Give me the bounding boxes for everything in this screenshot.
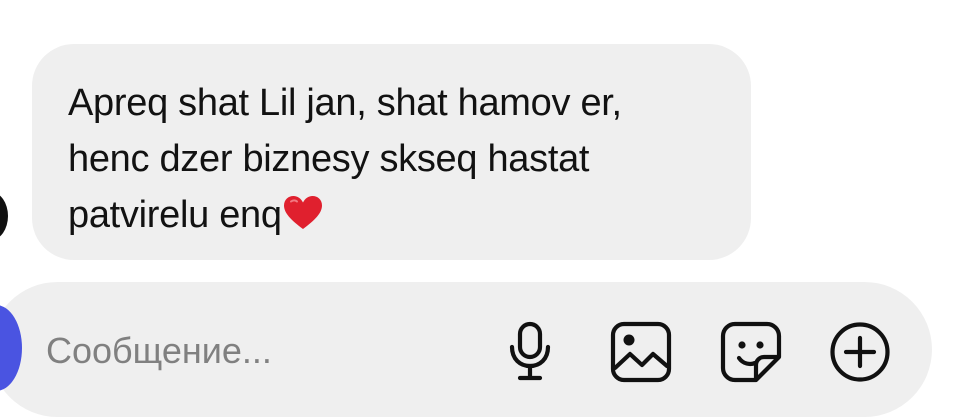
sticker-button[interactable] — [717, 318, 785, 386]
image-icon — [610, 321, 672, 383]
gallery-button[interactable] — [607, 318, 675, 386]
message-bubble[interactable]: Apreq shat Lil jan, shat hamov er, henc … — [32, 44, 751, 260]
add-attachment-button[interactable] — [826, 318, 894, 386]
message-line-2: henc dzer biznesy skseq hastat — [68, 138, 590, 180]
sticker-icon — [720, 321, 782, 383]
voice-message-button[interactable] — [496, 318, 564, 386]
message-line-1: Apreq shat Lil jan, shat hamov er, — [68, 82, 622, 124]
microphone-icon — [506, 321, 554, 383]
heart-emoji-icon — [283, 191, 323, 247]
sender-avatar[interactable] — [0, 192, 8, 240]
message-input[interactable]: Сообщение... — [46, 328, 272, 374]
plus-circle-icon — [829, 321, 891, 383]
message-line-3: patvirelu enq — [68, 187, 721, 247]
chat-screen: Apreq shat Lil jan, shat hamov er, henc … — [0, 0, 957, 419]
message-line-3-text: patvirelu enq — [68, 194, 282, 236]
